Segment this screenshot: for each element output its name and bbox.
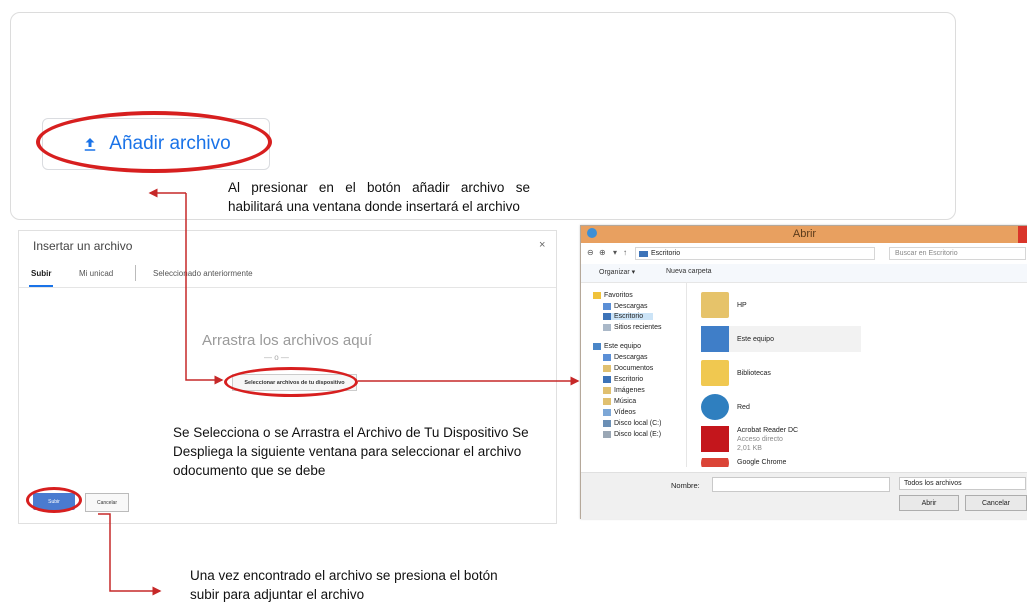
- arrow-add-to-select: [185, 193, 224, 385]
- arrow-upload-to-note: [98, 513, 162, 596]
- connector-arrows: [98, 188, 580, 596]
